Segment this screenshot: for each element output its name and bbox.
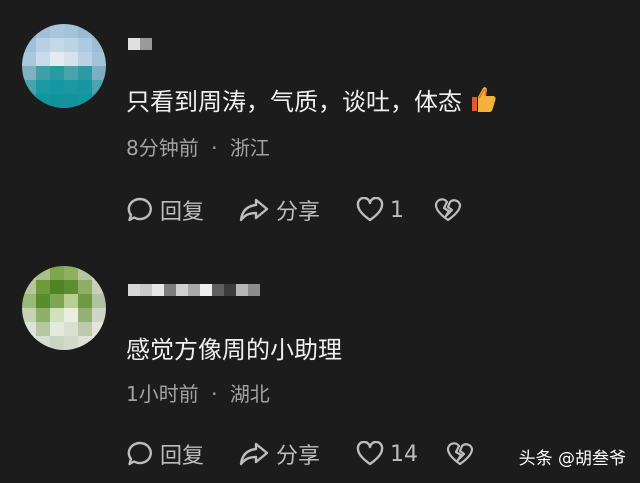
watermark: 头条 @胡叁爷 — [518, 449, 626, 469]
username-blurred[interactable] — [128, 284, 260, 296]
broken-heart-icon — [434, 198, 462, 222]
reply-button[interactable]: 回复 — [126, 194, 238, 226]
timestamp: 8分钟前 — [126, 136, 199, 160]
comment-meta: 1小时前 · 湖北 — [126, 378, 270, 407]
comment-meta: 8分钟前 · 浙江 — [126, 132, 270, 161]
share-arrow-icon — [239, 198, 269, 222]
comment-item: 只看到周涛，气质，谈吐，体态 8分钟前 · 浙江 回复 分享 1 — [0, 0, 640, 240]
share-button[interactable]: 分享 — [238, 438, 356, 470]
comment-actions: 回复 分享 14 — [126, 438, 474, 470]
dislike-button[interactable] — [434, 197, 462, 223]
share-button[interactable]: 分享 — [238, 194, 356, 226]
location: 湖北 — [229, 382, 270, 406]
reply-bubble-icon — [127, 441, 152, 466]
avatar[interactable] — [22, 24, 106, 108]
thumbs-up-icon — [468, 84, 498, 120]
like-count: 14 — [390, 441, 418, 467]
username-blurred[interactable] — [128, 38, 152, 50]
reply-bubble-icon — [127, 197, 152, 222]
dislike-button[interactable] — [446, 441, 474, 467]
heart-icon — [356, 197, 384, 222]
heart-icon — [356, 441, 384, 466]
meta-separator: · — [211, 136, 218, 160]
meta-separator: · — [211, 382, 218, 406]
like-count: 1 — [390, 197, 404, 223]
broken-heart-icon — [446, 442, 474, 466]
share-arrow-icon — [239, 442, 269, 466]
avatar[interactable] — [22, 266, 106, 350]
timestamp: 1小时前 — [126, 382, 199, 406]
comment-actions: 回复 分享 1 — [126, 194, 462, 226]
location: 浙江 — [229, 136, 270, 160]
like-button[interactable]: 1 — [356, 197, 434, 223]
comment-text: 感觉方像周的小助理 — [126, 336, 342, 364]
reply-button[interactable]: 回复 — [126, 438, 238, 470]
comment-text: 只看到周涛，气质，谈吐，体态 — [126, 82, 498, 120]
like-button[interactable]: 14 — [356, 441, 446, 467]
